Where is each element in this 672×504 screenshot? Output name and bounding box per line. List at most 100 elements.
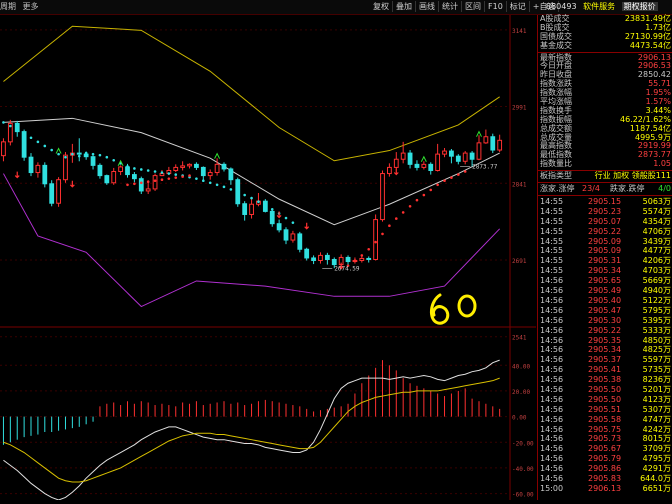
sar-dot: [29, 136, 33, 140]
candle-body: [324, 254, 330, 260]
overlay-button[interactable]: 叠加: [393, 1, 416, 12]
candle-body: [290, 233, 296, 241]
restore-rights-button[interactable]: 复权: [370, 1, 393, 12]
option-quote-tag[interactable]: 期权报价: [621, 2, 658, 11]
candle-body: [56, 179, 61, 204]
sar-dot: [139, 168, 143, 171]
tick-price: 2905.15: [588, 197, 622, 207]
candle-body: [90, 156, 96, 166]
tick-price: 2905.47: [588, 305, 622, 315]
tick-time: 14:55: [540, 206, 564, 216]
tick-row: 14:55 2905.15 5063万: [538, 197, 672, 207]
tick-volume: 4706万: [642, 226, 671, 236]
stat-row: 指数量比 1.05: [538, 159, 672, 169]
sar-dot: [367, 247, 371, 251]
tick-row: 14:56 2905.79 4795万: [538, 454, 672, 464]
sar-dot: [2, 121, 5, 124]
tick-volume: 5574万: [642, 206, 671, 216]
stat-label: 指数量比: [540, 159, 572, 169]
candle-body: [104, 175, 110, 184]
candle-body: [449, 150, 454, 157]
tick-time: 14:55: [540, 216, 564, 226]
tick-volume: 4242万: [642, 424, 671, 434]
sar-dot: [174, 173, 178, 176]
tick-price: 2905.50: [588, 394, 622, 404]
tick-row: 14:56 2905.47 5795万: [538, 306, 672, 316]
sar-dot: [139, 181, 143, 185]
tick-list[interactable]: 14:55 2905.15 5063万 14:55 2905.23 5574万 14:55 2…: [538, 197, 672, 494]
sell-signal-arrow: [304, 222, 310, 230]
stat-value: 4473.54亿: [629, 40, 671, 50]
sar-dot: [188, 174, 191, 177]
sar-dot: [360, 254, 364, 257]
candle-body: [414, 163, 420, 168]
draw-line-button[interactable]: 画线: [416, 1, 439, 12]
candle-body: [214, 163, 220, 174]
sar-dot: [153, 170, 157, 173]
candle-body: [269, 210, 275, 225]
sar-dot: [167, 172, 171, 175]
f10-button[interactable]: F10: [485, 1, 507, 12]
candle-body: [311, 257, 316, 262]
sar-dot: [126, 165, 129, 168]
period-button[interactable]: 周期: [0, 2, 16, 11]
sar-dot: [374, 240, 377, 244]
statistics-button[interactable]: 统计: [439, 1, 462, 12]
candle-body: [118, 166, 124, 173]
candle-body: [400, 152, 406, 160]
sar-dot: [84, 151, 88, 155]
tick-row: 14:56 2905.75 4242万: [538, 425, 672, 435]
tick-time: 14:56: [540, 414, 564, 424]
candle-body: [83, 153, 89, 158]
sar-dot: [422, 193, 426, 197]
tick-row: 14:56 2905.49 4940万: [538, 286, 672, 296]
tick-row: 14:56 2905.35 4850万: [538, 336, 672, 346]
tick-volume: 5201万: [642, 384, 671, 394]
tick-row: 14:56 2905.73 8015万: [538, 434, 672, 444]
candle-body: [386, 166, 392, 175]
mark-button[interactable]: 标记: [507, 1, 530, 12]
sar-dot: [394, 217, 398, 220]
down-label: 跌家.跌停: [610, 184, 645, 194]
candle-body: [159, 173, 165, 177]
candle-body: [180, 165, 186, 168]
tick-price: 2905.07: [588, 216, 622, 226]
tick-volume: 8015万: [642, 434, 671, 444]
more-button[interactable]: 更多: [23, 2, 39, 11]
sar-dot: [174, 176, 178, 179]
quote-panel: A股成交 23831.49亿 B股成交 1.73亿 国债成交 27130.99亿 基金成交 4…: [537, 14, 672, 500]
sar-dot: [429, 188, 433, 192]
candle-body: [187, 163, 192, 167]
tick-volume: 4477万: [642, 246, 671, 256]
tick-price: 2905.79: [588, 454, 622, 464]
sar-dot: [257, 200, 260, 203]
candle-body: [21, 131, 27, 158]
tick-price: 2905.35: [588, 335, 622, 345]
candle-body: [111, 171, 117, 184]
tick-row: 14:56 2905.65 5669万: [538, 276, 672, 286]
candle-body: [435, 153, 441, 171]
sar-dot: [112, 158, 116, 162]
candle-body: [138, 178, 144, 192]
tick-row: 14:56 2905.58 4747万: [538, 415, 672, 425]
tick-price: 2905.37: [588, 355, 622, 365]
tick-time: 14:56: [540, 305, 564, 315]
candle-body: [131, 174, 137, 180]
sar-dot: [236, 190, 240, 194]
tick-time: 14:56: [540, 295, 564, 305]
tick-time: 14:56: [540, 424, 564, 434]
tick-row: 14:56 2905.50 5201万: [538, 385, 672, 395]
tick-time: 14:56: [540, 454, 564, 464]
handwritten-mark: [457, 294, 477, 318]
sar-dot: [126, 183, 129, 187]
candle-body: [421, 163, 427, 168]
index-code: 880493: [546, 2, 577, 11]
sell-signal-arrow: [276, 211, 282, 219]
boll-lower: [3, 173, 501, 308]
candle-body: [242, 203, 248, 215]
sar-dot: [229, 188, 233, 191]
sar-dot: [50, 148, 53, 152]
sar-dot: [270, 208, 274, 211]
sar-dot: [353, 259, 357, 262]
interval-button[interactable]: 区间: [462, 1, 485, 12]
